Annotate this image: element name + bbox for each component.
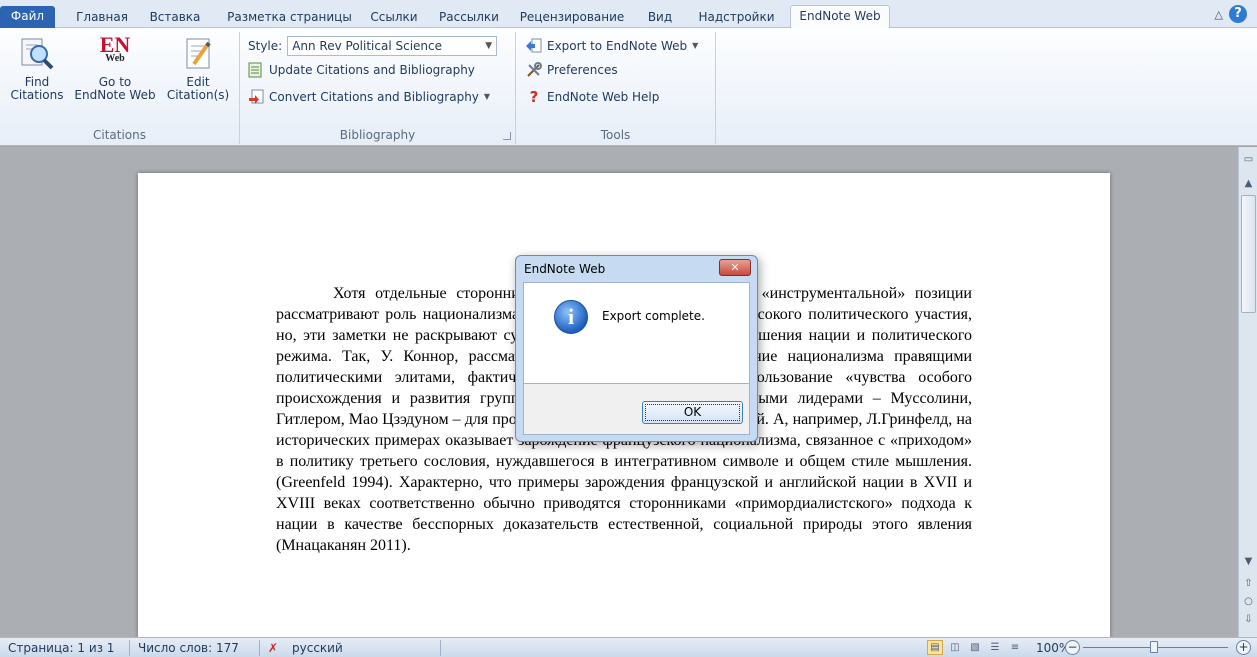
endnote-web-help-button[interactable]: ? EndNote Web Help [526,86,660,108]
help-label: EndNote Web Help [547,90,660,104]
zoom-in-button[interactable]: + [1236,640,1251,655]
export-to-endnote-web-button[interactable]: Export to EndNote Web ▼ [526,35,698,57]
bibliography-group: Style: Ann Rev Political Science ▼ Updat… [240,32,516,144]
tab-view[interactable]: Вид [640,7,680,29]
go-to-endnote-web-label: Go to EndNote Web [74,75,156,102]
citations-group-label: Citations [92,128,146,142]
find-citations-label: Find Citations [10,75,64,102]
tab-endnote-web[interactable]: EndNote Web [790,5,890,29]
status-divider [259,640,260,656]
ruler-toggle-icon[interactable]: ▭ [1241,153,1256,167]
dialog-footer: OK [523,384,750,435]
vertical-scrollbar[interactable]: ▭ ▲ ▼ ⇧ ○ ⇩ [1238,147,1257,637]
ribbon-tab-bar: Файл Главная Вставка Разметка страницы С… [0,0,1257,29]
language-indicator[interactable]: русский [292,641,343,655]
status-bar: Страница: 1 из 1 Число слов: 177 ✗ русск… [0,637,1257,657]
dialog-title: EndNote Web [524,262,606,276]
select-browse-object-icon[interactable]: ○ [1241,595,1256,609]
citations-group: Find Citations EN Web Go to EndNote Web [0,32,240,144]
endnote-logo-icon: EN Web [99,32,131,64]
draft-view-icon[interactable]: ≡ [1007,640,1023,655]
minimize-ribbon-icon[interactable]: △ [1215,8,1223,21]
outline-view-icon[interactable]: ☰ [987,640,1003,655]
page-count[interactable]: Страница: 1 из 1 [8,641,114,655]
edit-citations-button[interactable]: Edit Citation(s) [160,32,236,102]
find-citations-button[interactable]: Find Citations [2,32,72,102]
export-icon [526,38,542,54]
full-screen-reading-icon[interactable]: ◫ [947,640,963,655]
export-label: Export to EndNote Web [547,39,688,53]
tab-addins[interactable]: Надстройки [690,7,783,29]
web-layout-icon[interactable]: ▧ [967,640,983,655]
ok-button[interactable]: OK [642,401,743,424]
style-select[interactable]: Ann Rev Political Science ▼ [287,36,498,56]
edit-document-icon [180,36,216,72]
style-row: Style: Ann Rev Political Science ▼ [248,35,498,57]
style-select-value: Ann Rev Political Science [292,39,442,53]
chevron-down-icon: ▼ [485,41,493,51]
bibliography-group-label: Bibliography [339,128,416,142]
info-icon: i [554,300,588,334]
status-divider [440,640,441,656]
word-count[interactable]: Число слов: 177 [138,641,239,655]
tab-references[interactable]: Ссылки [363,7,425,29]
preferences-icon [526,62,542,78]
dialog-message: Export complete. [602,309,705,323]
status-divider [129,640,130,656]
zoom-slider-thumb[interactable] [1150,641,1158,653]
proofing-error-icon[interactable]: ✗ [268,641,278,655]
edit-citations-label: Edit Citation(s) [166,75,230,102]
help-area: △ ? [1215,5,1247,23]
update-citations-button[interactable]: Update Citations and Bibliography [248,59,475,81]
tools-group: Export to EndNote Web ▼ Preferences ? En… [516,32,716,144]
zoom-out-button[interactable]: − [1065,640,1080,655]
tab-review[interactable]: Рецензирование [512,7,632,29]
convert-citations-button[interactable]: Convert Citations and Bibliography ▼ [248,86,490,108]
style-label: Style: [248,39,283,53]
magnifier-icon [19,36,55,72]
scroll-up-icon[interactable]: ▲ [1241,177,1256,191]
dialog-launcher-icon[interactable] [503,132,511,140]
help-icon[interactable]: ? [1229,5,1247,23]
tools-group-label: Tools [600,128,631,142]
scrollbar-thumb[interactable] [1241,195,1256,313]
tab-mailings[interactable]: Рассылки [433,7,505,29]
next-page-icon[interactable]: ⇩ [1241,613,1256,627]
dialog-body: i Export complete. [523,282,750,384]
scroll-down-icon[interactable]: ▼ [1241,555,1256,569]
preferences-button[interactable]: Preferences [526,59,618,81]
convert-citations-label: Convert Citations and Bibliography [269,90,479,104]
close-button[interactable]: ✕ [719,259,751,276]
preferences-label: Preferences [547,63,618,77]
tab-file[interactable]: Файл [0,6,55,28]
print-layout-view-icon[interactable]: ▤ [927,640,943,655]
export-complete-dialog: EndNote Web ✕ i Export complete. OK [515,255,758,442]
tab-page-layout[interactable]: Разметка страницы [222,7,357,29]
tab-home[interactable]: Главная [66,7,138,29]
question-mark-icon: ? [529,88,539,106]
chevron-down-icon: ▼ [692,41,699,50]
update-citations-label: Update Citations and Bibliography [269,63,475,77]
chevron-down-icon: ▼ [483,92,491,101]
update-bibliography-icon [248,62,264,78]
convert-bibliography-icon [248,89,264,105]
previous-page-icon[interactable]: ⇧ [1241,577,1256,591]
ribbon: Find Citations EN Web Go to EndNote Web [0,28,1257,146]
go-to-endnote-web-button[interactable]: EN Web Go to EndNote Web [74,32,156,102]
tab-insert[interactable]: Вставка [140,7,210,29]
